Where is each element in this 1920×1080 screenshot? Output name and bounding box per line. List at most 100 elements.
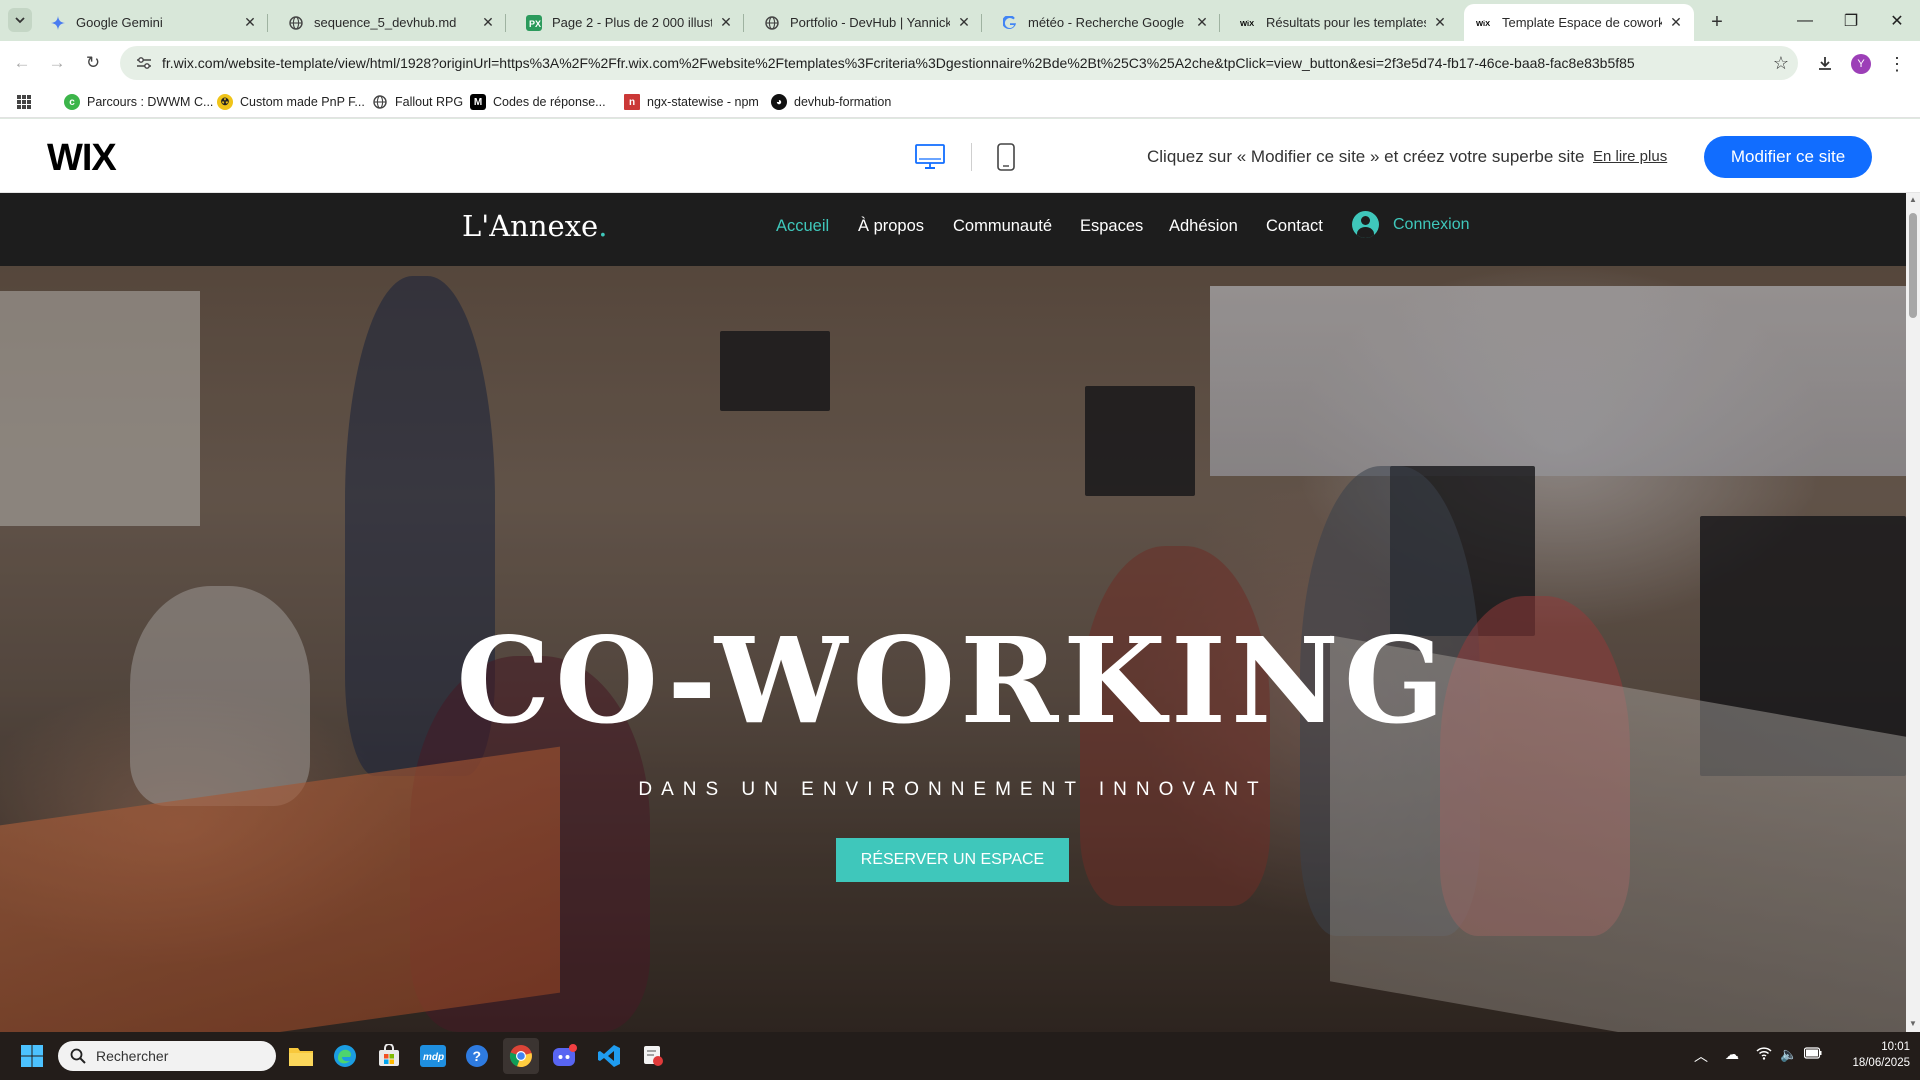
taskbar-clock[interactable]: 10:01 18/06/2025 <box>1838 1039 1910 1071</box>
svg-text:WiX: WiX <box>1240 19 1254 28</box>
reserve-space-button[interactable]: RÉSERVER UN ESPACE <box>836 838 1069 882</box>
tab-title: sequence_5_devhub.md <box>314 15 457 30</box>
tray-overflow-icon[interactable]: ︿ <box>1694 1046 1708 1066</box>
tab-title: Résultats pour les templates de <box>1266 15 1426 30</box>
downloads-button[interactable] <box>1812 51 1838 77</box>
browser-tab[interactable]: Portfolio - DevHub | Yannick M ✕ <box>752 4 982 41</box>
nav-adhesion[interactable]: Adhésion <box>1169 217 1238 236</box>
close-tab-icon[interactable]: ✕ <box>1668 14 1684 31</box>
close-tab-icon[interactable]: ✕ <box>1194 14 1210 31</box>
site-logo[interactable]: L'Annexe. <box>462 209 607 243</box>
volume-icon[interactable]: 🔈 <box>1780 1046 1797 1063</box>
scrollbar-thumb[interactable] <box>1909 213 1917 318</box>
arrow-right-icon: → <box>48 53 66 72</box>
taskbar-chrome[interactable] <box>503 1038 539 1074</box>
login-button[interactable]: Connexion <box>1352 211 1470 238</box>
new-tab-button[interactable]: + <box>1703 8 1731 36</box>
snipping-tool-icon <box>644 1046 663 1066</box>
browser-menu-button[interactable]: ⋮ <box>1884 51 1910 77</box>
page-scrollbar[interactable]: ▲ ▼ <box>1906 193 1920 1032</box>
brand-dot: . <box>598 209 608 243</box>
bookmark-label: Custom made PnP F... <box>240 95 365 109</box>
onedrive-off-icon[interactable]: ☁ <box>1725 1046 1739 1063</box>
search-placeholder: Rechercher <box>96 1048 169 1064</box>
taskbar-file-explorer[interactable] <box>283 1038 319 1074</box>
bookmark-item[interactable]: ☢ Custom made PnP F... <box>217 91 365 113</box>
address-bar[interactable]: fr.wix.com/website-template/view/html/19… <box>120 46 1798 80</box>
taskbar-discord[interactable] <box>547 1038 583 1074</box>
close-tab-icon[interactable]: ✕ <box>242 14 258 31</box>
minimize-icon: — <box>1797 11 1813 29</box>
github-icon: ◕ <box>771 94 787 110</box>
npm-icon: n <box>624 94 640 110</box>
nav-a-propos[interactable]: À propos <box>858 217 924 236</box>
more-vertical-icon: ⋮ <box>1888 53 1906 74</box>
browser-tab-active[interactable]: WiX Template Espace de coworking ✕ <box>1464 4 1694 41</box>
mobile-view-button[interactable] <box>990 141 1022 173</box>
taskbar-snipping-tool[interactable] <box>635 1038 671 1074</box>
wifi-icon[interactable] <box>1756 1046 1772 1063</box>
scroll-down-icon[interactable]: ▼ <box>1909 1019 1917 1028</box>
search-icon <box>70 1048 86 1064</box>
download-icon <box>1819 57 1831 70</box>
wix-icon: WiX <box>1240 15 1256 31</box>
read-more-link[interactable]: En lire plus <box>1593 148 1667 165</box>
bookmark-star-icon[interactable]: ☆ <box>1764 53 1798 74</box>
url-text[interactable]: fr.wix.com/website-template/view/html/19… <box>162 55 1764 71</box>
taskbar-help[interactable]: ? <box>459 1038 495 1074</box>
site-header: L'Annexe. Accueil À propos Communauté Es… <box>0 193 1906 266</box>
desktop-view-button[interactable] <box>914 141 946 173</box>
bookmark-item[interactable]: c Parcours : DWWM C... <box>64 91 213 113</box>
close-tab-icon[interactable]: ✕ <box>956 14 972 31</box>
taskbar-vscode[interactable] <box>591 1038 627 1074</box>
nav-communaute[interactable]: Communauté <box>953 217 1052 236</box>
restore-button[interactable]: ❐ <box>1828 0 1874 41</box>
vscode-icon <box>598 1045 620 1067</box>
chevron-down-icon <box>15 17 25 24</box>
site-info-icon[interactable] <box>130 56 158 70</box>
bookmark-item[interactable]: n ngx-statewise - npm <box>624 91 759 113</box>
browser-tab[interactable]: PX Page 2 - Plus de 2 000 illustrati ✕ <box>514 4 744 41</box>
battery-icon[interactable] <box>1803 1046 1822 1062</box>
scroll-up-icon[interactable]: ▲ <box>1909 195 1917 204</box>
taskbar-edge[interactable] <box>327 1038 363 1074</box>
close-tab-icon[interactable]: ✕ <box>480 14 496 31</box>
browser-tab[interactable]: WiX Résultats pour les templates de ✕ <box>1228 4 1458 41</box>
nav-accueil[interactable]: Accueil <box>776 217 829 236</box>
bookmark-item[interactable]: M Codes de réponse... <box>470 91 606 113</box>
browser-tab[interactable]: météo - Recherche Google ✕ <box>990 4 1220 41</box>
browser-tab[interactable]: Google Gemini ✕ <box>38 4 268 41</box>
browser-tab[interactable]: sequence_5_devhub.md ✕ <box>276 4 506 41</box>
google-icon <box>1002 15 1018 31</box>
px-icon: PX <box>526 14 542 31</box>
back-button[interactable]: ← <box>8 49 36 77</box>
globe-icon <box>288 15 304 31</box>
apps-button[interactable] <box>16 91 32 113</box>
wix-logo[interactable]: WIX <box>47 137 117 180</box>
nav-contact[interactable]: Contact <box>1266 217 1323 236</box>
minimize-button[interactable]: — <box>1782 0 1828 41</box>
taskbar-mdp-app[interactable]: mdp <box>415 1038 451 1074</box>
close-window-button[interactable]: ✕ <box>1874 0 1920 41</box>
bookmark-label: devhub-formation <box>794 95 892 109</box>
profile-button[interactable]: Y <box>1848 51 1874 77</box>
bookmark-item[interactable]: ◕ devhub-formation <box>771 91 891 113</box>
edit-site-button[interactable]: Modifier ce site <box>1704 136 1872 178</box>
taskbar-search[interactable]: Rechercher <box>58 1041 276 1071</box>
reload-icon: ↻ <box>85 53 101 72</box>
help-icon: ? <box>466 1045 488 1067</box>
close-tab-icon[interactable]: ✕ <box>718 14 734 31</box>
forward-button[interactable]: → <box>43 49 71 77</box>
tab-title: Google Gemini <box>76 15 163 30</box>
start-button[interactable] <box>14 1038 50 1074</box>
close-tab-icon[interactable]: ✕ <box>1432 14 1448 31</box>
reload-button[interactable]: ↻ <box>79 49 107 77</box>
tab-search-button[interactable] <box>8 8 32 32</box>
nav-espaces[interactable]: Espaces <box>1080 217 1143 236</box>
svg-text:PX: PX <box>529 19 541 29</box>
openclassrooms-icon: c <box>64 94 80 110</box>
bookmark-item[interactable]: Fallout RPG <box>372 91 463 113</box>
pnp-icon: ☢ <box>217 94 233 110</box>
taskbar-store[interactable] <box>371 1038 407 1074</box>
arrow-left-icon: ← <box>13 53 31 72</box>
